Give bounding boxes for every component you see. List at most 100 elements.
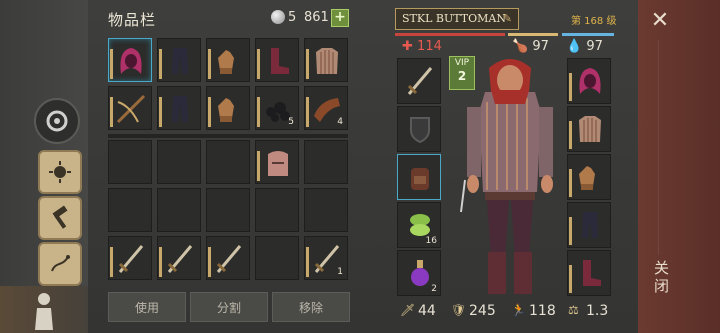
edit-name-icon[interactable]: ✎ xyxy=(503,9,512,29)
durability-bar xyxy=(306,49,309,79)
add-currency-button[interactable]: + xyxy=(331,9,349,27)
inventory-slot-empty[interactable] xyxy=(157,188,201,232)
durability-bar xyxy=(159,49,162,79)
item-count: 5 xyxy=(288,117,294,127)
inventory-slot[interactable] xyxy=(108,86,152,130)
durability-bar xyxy=(569,121,572,149)
durability-bar xyxy=(306,97,309,127)
water-stat: 💧 97 xyxy=(566,39,603,54)
boots-icon xyxy=(573,256,607,294)
craft-nav-button[interactable] xyxy=(38,150,82,194)
item-count: 1 xyxy=(337,267,343,277)
hood-icon xyxy=(573,64,607,102)
silver-coin-icon xyxy=(271,10,285,24)
durability-bar xyxy=(208,97,211,127)
durability-bar xyxy=(569,265,572,293)
split-button[interactable]: 分割 xyxy=(190,292,268,322)
shield-icon xyxy=(403,112,437,150)
pants-icon xyxy=(163,92,197,130)
pants-icon xyxy=(163,44,197,82)
inventory-slot[interactable]: 5 xyxy=(255,86,299,130)
backpack-icon xyxy=(403,160,437,198)
character-figure xyxy=(460,59,553,294)
durability-bar xyxy=(208,247,211,277)
durability-bar xyxy=(257,151,260,181)
inventory-slot-empty[interactable] xyxy=(206,140,250,184)
grid-divider xyxy=(108,134,348,138)
inventory-slot[interactable] xyxy=(206,86,250,130)
inventory-slot[interactable] xyxy=(206,236,250,280)
weight-value: 1.3 xyxy=(586,303,609,319)
map-icon xyxy=(51,255,70,272)
durability-bar xyxy=(569,217,572,245)
inventory-slot-empty[interactable] xyxy=(255,236,299,280)
inventory-slot-empty[interactable] xyxy=(157,140,201,184)
speed-icon: 🏃 xyxy=(511,303,526,317)
hood-icon xyxy=(114,44,148,82)
character-name-badge[interactable]: STKL BUTTOMAN ✎ xyxy=(395,8,519,30)
helmet-icon xyxy=(261,146,295,184)
inventory-slot[interactable] xyxy=(108,38,152,82)
inventory-slot-empty[interactable] xyxy=(206,188,250,232)
sword-icon xyxy=(403,64,437,102)
equipment-slot-right[interactable] xyxy=(567,58,611,104)
gloves-icon xyxy=(212,92,246,130)
crossbow-icon xyxy=(114,92,148,130)
inventory-slot[interactable] xyxy=(206,38,250,82)
inventory-slot[interactable] xyxy=(304,38,348,82)
equipment-slot-left[interactable]: 2 xyxy=(397,250,441,296)
durability-bar xyxy=(159,247,162,277)
build-nav-button[interactable] xyxy=(38,196,82,240)
inventory-slot[interactable] xyxy=(108,236,152,280)
inventory-slot-empty[interactable] xyxy=(108,188,152,232)
equipment-slot-left[interactable]: 16 xyxy=(397,202,441,248)
equipment-slot-right[interactable] xyxy=(567,106,611,152)
inventory-slot[interactable] xyxy=(157,236,201,280)
map-nav-button[interactable] xyxy=(38,242,82,286)
sword-icon xyxy=(114,242,148,280)
equipment-slot-left[interactable] xyxy=(397,58,441,104)
character-nav-button[interactable] xyxy=(0,286,88,333)
inventory-slot-empty[interactable] xyxy=(304,140,348,184)
attack-icon: 🗡 xyxy=(400,303,416,317)
durability-bar xyxy=(569,73,572,101)
inventory-slot[interactable]: 4 xyxy=(304,86,348,130)
equipment-slot-right[interactable] xyxy=(567,250,611,296)
water-bar xyxy=(562,33,614,36)
weight-icon: ⚖ xyxy=(568,303,579,317)
chainmail-icon xyxy=(573,112,607,150)
inventory-slot[interactable] xyxy=(157,86,201,130)
sword-icon xyxy=(163,242,197,280)
inventory-slot[interactable] xyxy=(255,38,299,82)
use-button[interactable]: 使用 xyxy=(108,292,186,322)
close-icon[interactable]: ✕ xyxy=(649,10,671,32)
sun-gear-icon xyxy=(49,161,71,183)
target-nav-button[interactable] xyxy=(34,98,80,144)
character-name: STKL BUTTOMAN xyxy=(402,12,506,25)
crosshair-icon xyxy=(46,110,68,132)
silver-count: 5 xyxy=(288,10,297,25)
health-icon: ✚ xyxy=(402,39,413,54)
hp-stat: ✚ 114 xyxy=(402,39,442,54)
character-icon xyxy=(35,292,53,330)
item-count: 16 xyxy=(425,236,437,246)
inventory-slot[interactable] xyxy=(157,38,201,82)
hp-value: 114 xyxy=(417,39,442,54)
equipment-slot-right[interactable] xyxy=(567,202,611,248)
durability-bar xyxy=(257,49,260,79)
inventory-slot[interactable] xyxy=(255,140,299,184)
close-label[interactable]: 关闭 xyxy=(648,260,672,296)
equipment-slot-left[interactable] xyxy=(397,106,441,152)
durability-bar xyxy=(110,247,113,277)
gloves-icon xyxy=(212,44,246,82)
equipment-slot-right[interactable] xyxy=(567,154,611,200)
equipment-slot-left[interactable] xyxy=(397,154,441,200)
remove-button[interactable]: 移除 xyxy=(272,292,350,322)
durability-bar xyxy=(110,97,113,127)
durability-bar xyxy=(110,49,113,79)
inventory-slot-empty[interactable] xyxy=(304,188,348,232)
inventory-slot-empty[interactable] xyxy=(108,140,152,184)
armor-value: 245 xyxy=(469,303,496,319)
inventory-slot-empty[interactable] xyxy=(255,188,299,232)
inventory-slot[interactable]: 1 xyxy=(304,236,348,280)
